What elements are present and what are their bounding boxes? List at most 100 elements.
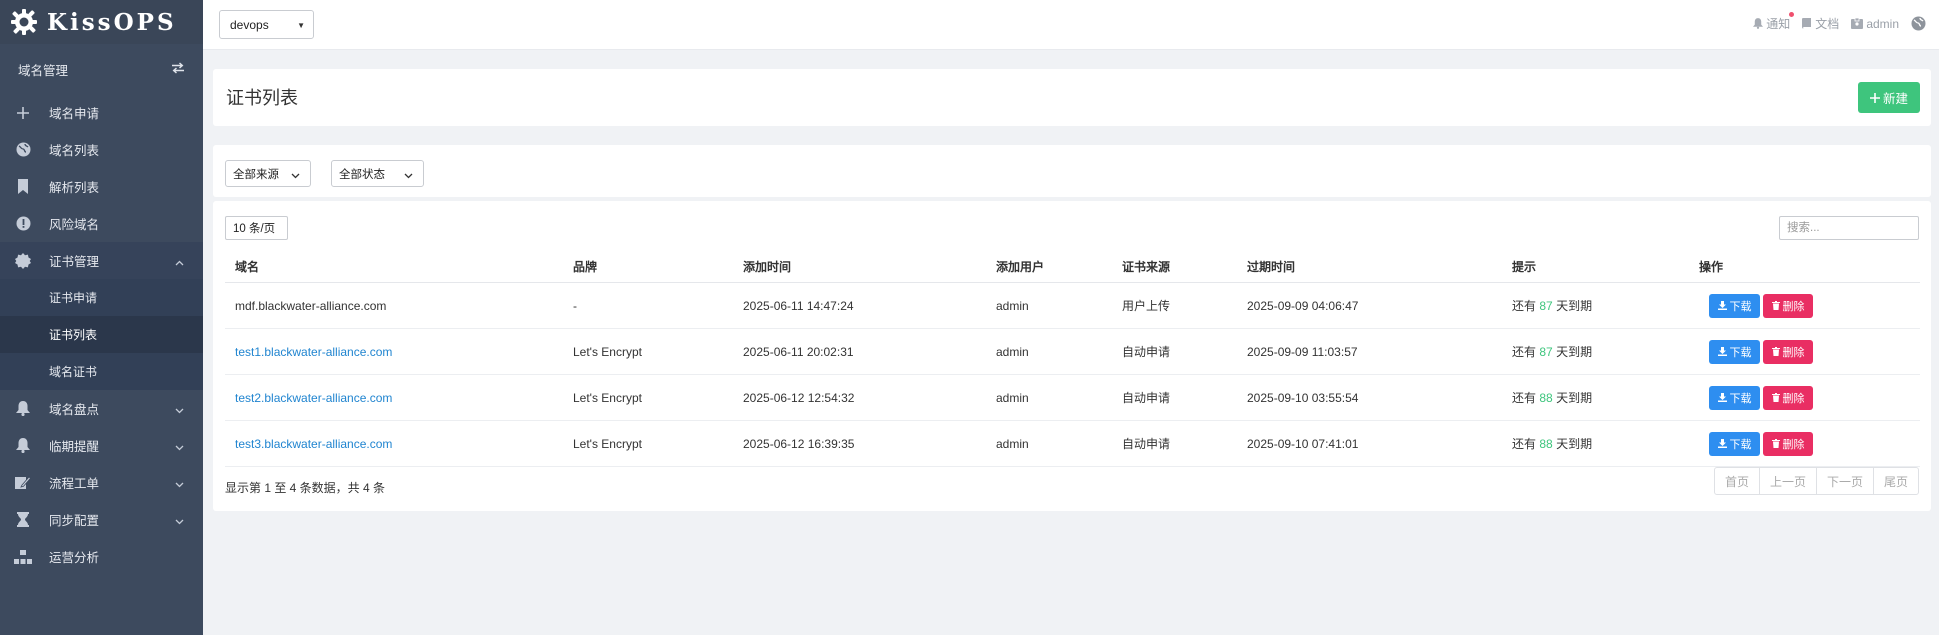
sidebar-item-workflow[interactable]: 流程工单 xyxy=(0,464,203,501)
status-filter-value: 全部状态 xyxy=(339,168,385,181)
sidebar-item-expiry-reminder[interactable]: 临期提醒 xyxy=(0,427,203,464)
download-button[interactable]: 下载 xyxy=(1709,431,1760,456)
download-icon xyxy=(1717,301,1727,310)
hourglass-icon xyxy=(14,511,32,529)
plus-icon xyxy=(14,104,32,122)
cell-hint: 还有 87 天到期 xyxy=(1512,283,1592,328)
plus-icon xyxy=(1869,92,1880,103)
new-button-label: 新建 xyxy=(1882,92,1908,106)
org-select[interactable]: devops ▼ xyxy=(219,10,314,39)
download-button[interactable]: 下载 xyxy=(1709,293,1760,318)
hint-prefix: 还有 xyxy=(1512,437,1537,451)
table-panel: 10 条/页 域名 品牌 添加时间 添加用户 证书来源 过期时间 提示 操作 m… xyxy=(213,201,1931,511)
per-page-select[interactable]: 10 条/页 xyxy=(225,216,288,240)
col-source: 证书来源 xyxy=(1122,259,1171,274)
cell-expires: 2025-09-09 04:06:47 xyxy=(1247,298,1359,313)
cell-added: 2025-06-11 14:47:24 xyxy=(743,298,854,313)
cell-hint: 还有 87 天到期 xyxy=(1512,329,1592,374)
user-menu[interactable]: admin xyxy=(1851,17,1899,31)
status-filter[interactable]: 全部状态 xyxy=(331,160,424,187)
page-title: 证书列表 xyxy=(226,88,298,108)
sidebar-item-domain-list[interactable]: 域名列表 xyxy=(0,131,203,168)
new-button[interactable]: 新建 xyxy=(1858,82,1920,113)
brand[interactable]: KissOPS xyxy=(0,0,203,44)
cell-brand: Let's Encrypt xyxy=(573,436,642,451)
cell-user: admin xyxy=(996,298,1029,313)
caret-down-icon: ▼ xyxy=(297,21,305,30)
download-icon xyxy=(1717,347,1727,356)
cell-domain-link[interactable]: test1.blackwater-alliance.com xyxy=(235,329,392,374)
chevron-down-icon xyxy=(175,403,184,417)
globe-icon xyxy=(14,141,32,159)
download-button[interactable]: 下载 xyxy=(1709,339,1760,364)
cell-actions: 下载 删除 xyxy=(1709,375,1816,420)
chevron-down-icon xyxy=(175,514,184,528)
days-left: 88 xyxy=(1539,390,1553,405)
chevron-down-icon xyxy=(175,440,184,454)
delete-button[interactable]: 删除 xyxy=(1763,385,1813,410)
sidebar-item-cert-management[interactable]: 证书管理 xyxy=(0,242,203,279)
sidebar-subitem-cert-list[interactable]: 证书列表 xyxy=(0,316,203,353)
cell-hint: 还有 88 天到期 xyxy=(1512,375,1592,420)
sidebar-item-risk-domain[interactable]: 风险域名 xyxy=(0,205,203,242)
cell-added: 2025-06-12 16:39:35 xyxy=(743,436,855,451)
notify-link[interactable]: 通知 xyxy=(1753,12,1795,32)
hint-suffix: 天到期 xyxy=(1556,391,1593,405)
topbar-actions: 通知 文档 admin xyxy=(1741,12,1929,32)
download-icon xyxy=(1717,439,1727,448)
sidebar-item-label: 域名列表 xyxy=(49,144,100,158)
cell-user: admin xyxy=(996,344,1029,359)
docs-label: 文档 xyxy=(1815,17,1840,31)
download-button[interactable]: 下载 xyxy=(1709,385,1760,410)
delete-label: 删除 xyxy=(1782,346,1805,359)
delete-button[interactable]: 删除 xyxy=(1763,339,1813,364)
pager-first[interactable]: 首页 xyxy=(1715,468,1760,494)
cell-actions: 下载 删除 xyxy=(1709,329,1816,374)
sidebar-item-sync-config[interactable]: 同步配置 xyxy=(0,501,203,538)
delete-button[interactable]: 删除 xyxy=(1763,431,1813,456)
certificate-icon xyxy=(14,252,32,270)
sidebar-subitem-cert-apply[interactable]: 证书申请 xyxy=(0,279,203,316)
pager-prev[interactable]: 上一页 xyxy=(1760,468,1817,494)
book-icon xyxy=(1802,18,1812,29)
language-switch[interactable] xyxy=(1911,16,1929,31)
cell-added: 2025-06-12 12:54:32 xyxy=(743,390,855,405)
cell-domain-link[interactable]: test2.blackwater-alliance.com xyxy=(235,375,392,420)
cell-brand: - xyxy=(573,298,577,313)
notify-label: 通知 xyxy=(1766,17,1791,31)
table-row: test2.blackwater-alliance.com Let's Encr… xyxy=(225,375,1920,421)
table-row: test3.blackwater-alliance.com Let's Encr… xyxy=(225,421,1920,467)
pager-next[interactable]: 下一页 xyxy=(1817,468,1874,494)
col-actions: 操作 xyxy=(1699,259,1724,274)
switch-icon[interactable] xyxy=(171,61,185,77)
bell-icon xyxy=(14,437,32,455)
download-label: 下载 xyxy=(1729,392,1752,405)
source-filter-value: 全部来源 xyxy=(233,168,279,181)
cell-brand: Let's Encrypt xyxy=(573,390,642,405)
delete-button[interactable]: 删除 xyxy=(1763,293,1813,318)
source-filter[interactable]: 全部来源 xyxy=(225,160,311,187)
sidebar-item-domain-apply[interactable]: 域名申请 xyxy=(0,94,203,131)
sidebar-item-label: 域名盘点 xyxy=(49,403,100,417)
cell-hint: 还有 88 天到期 xyxy=(1512,421,1592,466)
cell-added: 2025-06-11 20:02:31 xyxy=(743,344,854,359)
globe-icon xyxy=(1911,16,1926,31)
sidebar-subitem-domain-cert[interactable]: 域名证书 xyxy=(0,353,203,390)
docs-link[interactable]: 文档 xyxy=(1802,15,1839,32)
chevron-down-icon xyxy=(291,170,300,182)
sidebar-item-domain-inventory[interactable]: 域名盘点 xyxy=(0,390,203,427)
pagination: 首页 上一页 下一页 尾页 xyxy=(1713,467,1919,495)
notification-dot xyxy=(1789,12,1795,17)
gear-logo-icon xyxy=(9,7,39,37)
id-card-icon xyxy=(1851,18,1864,29)
sidebar-item-dns-list[interactable]: 解析列表 xyxy=(0,168,203,205)
cell-domain-link[interactable]: test3.blackwater-alliance.com xyxy=(235,421,392,466)
pager-last[interactable]: 尾页 xyxy=(1874,468,1918,494)
sidebar-item-operations-analysis[interactable]: 运营分析 xyxy=(0,538,203,575)
search-input[interactable] xyxy=(1779,216,1919,240)
cell-source: 用户上传 xyxy=(1122,299,1171,313)
col-domain: 域名 xyxy=(235,259,260,274)
chevron-down-icon xyxy=(175,477,184,491)
trash-icon xyxy=(1771,439,1780,448)
title-panel: 证书列表 新建 xyxy=(213,69,1931,126)
